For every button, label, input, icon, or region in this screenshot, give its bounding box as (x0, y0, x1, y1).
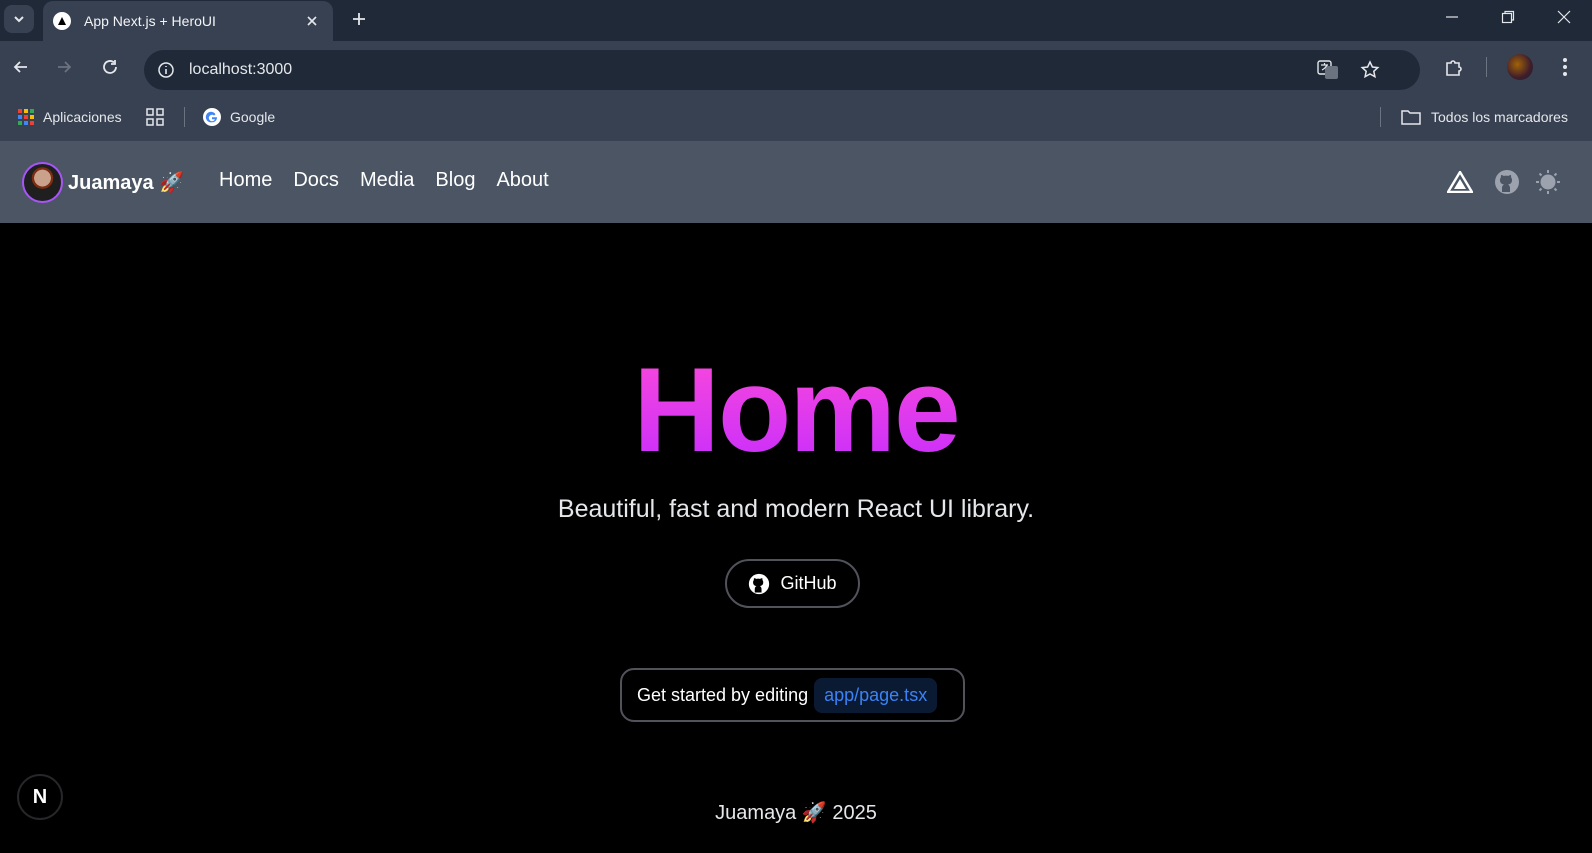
nextjs-favicon-icon (53, 12, 71, 30)
github-icon (749, 573, 770, 594)
close-window-button[interactable] (1536, 0, 1592, 34)
kebab-menu-icon (1563, 58, 1567, 76)
folder-icon (1401, 110, 1421, 125)
google-logo-icon (203, 108, 221, 126)
brand-name[interactable]: Juamaya 🚀 (68, 170, 184, 195)
nextjs-dev-indicator[interactable]: N (17, 774, 63, 820)
brand-avatar[interactable] (22, 162, 63, 203)
extensions-button[interactable] (1437, 50, 1471, 84)
browser-tabstrip: App Next.js + HeroUI (0, 0, 1592, 41)
minimize-button[interactable] (1424, 0, 1480, 34)
nav-link-home[interactable]: Home (219, 169, 272, 192)
browser-tab-active[interactable]: App Next.js + HeroUI (43, 1, 333, 41)
browser-menu-button[interactable] (1548, 50, 1582, 84)
tab-close-button[interactable] (299, 8, 325, 34)
bookmark-apps[interactable]: Aplicaciones (17, 104, 122, 130)
arrow-left-icon (13, 61, 27, 73)
tab-groups-button[interactable] (146, 104, 164, 130)
address-bar[interactable]: localhost:3000 (144, 50, 1420, 90)
all-bookmarks-label: Todos los marcadores (1431, 109, 1568, 125)
tab-title: App Next.js + HeroUI (84, 13, 216, 29)
github-button-label: GitHub (780, 573, 837, 593)
nav-link-blog[interactable]: Blog (435, 169, 475, 192)
bookmarks-bar: Aplicaciones Google Todos los marcadores (0, 93, 1592, 141)
grid-icon (146, 108, 164, 126)
arrow-right-icon (58, 61, 72, 73)
url-text[interactable]: localhost:3000 (189, 61, 292, 79)
browser-toolbar: localhost:3000 (0, 41, 1592, 93)
nav-link-about[interactable]: About (496, 169, 548, 192)
hero-title: Home (0, 341, 1592, 479)
apps-grid-icon (18, 109, 34, 125)
all-bookmarks-button[interactable]: Todos los marcadores (1401, 104, 1568, 130)
page-viewport: Juamaya 🚀 Home Docs Media Blog About Hom… (0, 141, 1592, 853)
bookmark-divider (184, 107, 185, 127)
minimize-icon (1446, 16, 1458, 18)
nav-links: Home Docs Media Blog About (219, 169, 570, 192)
bookmark-google[interactable]: Google (202, 104, 275, 130)
profile-avatar[interactable] (1503, 50, 1537, 84)
bookmark-apps-label: Aplicaciones (43, 109, 122, 125)
translate-icon[interactable] (1314, 56, 1342, 84)
close-icon (1557, 10, 1571, 24)
tab-search-button[interactable] (4, 5, 34, 33)
github-button[interactable]: GitHub (725, 559, 860, 608)
footer-text: Juamaya 🚀 2025 (715, 802, 877, 824)
snippet-text: Get started by editing (637, 684, 809, 705)
restore-button[interactable] (1480, 0, 1536, 34)
snippet-code: app/page.tsx (814, 677, 938, 713)
site-navbar: Juamaya 🚀 Home Docs Media Blog About (0, 141, 1592, 223)
chevron-down-icon (14, 16, 24, 23)
theme-toggle-sun-icon[interactable] (1534, 168, 1562, 196)
vercel-logo-icon[interactable] (1446, 168, 1474, 196)
restore-icon (1501, 10, 1515, 24)
forward-button[interactable] (47, 50, 81, 84)
nav-link-media[interactable]: Media (360, 169, 414, 192)
reload-icon (103, 60, 117, 74)
plus-icon (353, 13, 365, 25)
bookmark-google-label: Google (230, 109, 276, 125)
new-tab-button[interactable] (344, 4, 374, 34)
reload-button[interactable] (93, 50, 127, 84)
bookmark-star-icon[interactable] (1356, 56, 1384, 84)
github-icon[interactable] (1493, 168, 1521, 196)
site-info-icon[interactable] (152, 56, 180, 84)
nav-link-docs[interactable]: Docs (293, 169, 339, 192)
hero-subtitle: Beautiful, fast and modern React UI libr… (557, 495, 1035, 523)
bookmark-divider (1380, 107, 1381, 127)
back-button[interactable] (4, 50, 38, 84)
close-icon (307, 16, 317, 26)
puzzle-icon (1446, 60, 1462, 76)
toolbar-divider (1486, 57, 1487, 77)
get-started-snippet: Get started by editing app/page.tsx (620, 668, 965, 722)
